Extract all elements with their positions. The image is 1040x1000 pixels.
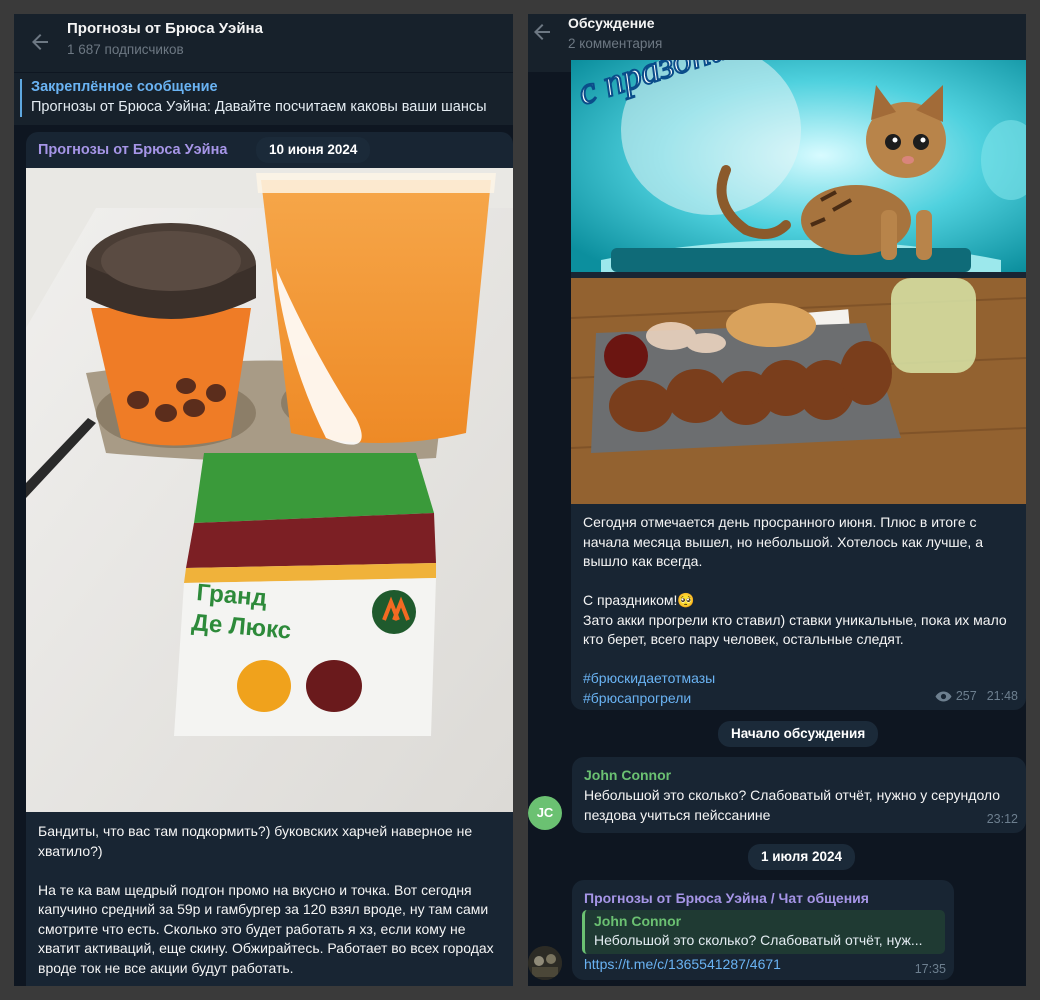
hashtag-link[interactable]: #брюскидаетотмазы xyxy=(583,669,1018,689)
discussion-start-pill: Начало обсуждения xyxy=(718,721,879,747)
comment-count: 2 комментария xyxy=(568,36,663,51)
post-text: Бандиты, что вас там подкормить?) буковс… xyxy=(38,822,503,978)
reply-author: John Connor xyxy=(594,913,682,929)
post-paragraph-1: Сегодня отмечается день просранного июня… xyxy=(583,514,983,569)
comment-bubble: John Connor Небольшой это сколько? Слабо… xyxy=(572,757,1026,833)
post-photo[interactable]: Гранд Де Люкс xyxy=(26,168,513,812)
forwarded-post: с праздником xyxy=(571,60,1026,710)
date-pill: 10 июня 2024 xyxy=(256,137,371,163)
discussion-title: Обсуждение xyxy=(568,15,655,31)
comment-author[interactable]: Прогнозы от Брюса Уэйна / Чат общения xyxy=(584,890,869,906)
channel-title[interactable]: Прогнозы от Брюса Уэйна xyxy=(67,20,263,37)
post-meta: 257 21:48 xyxy=(935,689,1018,703)
comment-time: 17:35 xyxy=(914,962,946,976)
reply-text: Небольшой это сколько? Слабоватый отчёт,… xyxy=(594,932,923,948)
post-time: 21:48 xyxy=(986,689,1018,703)
post-paragraph-2a: С праздником!🥺 xyxy=(583,592,695,608)
post-paragraph-2b: Зато акки прогрели кто ставил) ставки ун… xyxy=(583,611,1007,648)
views-eye-icon xyxy=(935,691,952,702)
avatar[interactable]: JC xyxy=(528,796,562,830)
post-paragraph-1: Бандиты, что вас там подкормить?) буковс… xyxy=(38,823,473,859)
channel-post: Прогнозы от Брюса Уэйна Гранд Де Люкс 10… xyxy=(26,132,513,986)
kitten-image[interactable]: с праздником xyxy=(571,60,1026,272)
post-channel-name[interactable]: Прогнозы от Брюса Уэйна xyxy=(38,142,227,158)
discussion-panel: Обсуждение 2 комментария с праздником xyxy=(528,14,1026,986)
view-count: 257 xyxy=(955,689,977,703)
pinned-indicator xyxy=(20,79,22,117)
post-paragraph-2: На те ка вам щедрый подгон промо на вкус… xyxy=(38,881,494,976)
back-arrow-icon[interactable] xyxy=(28,30,52,54)
reply-quote[interactable]: John Connor Небольшой это сколько? Слабо… xyxy=(582,910,945,954)
back-arrow-icon[interactable] xyxy=(530,20,554,44)
date-pill: 1 июля 2024 xyxy=(748,844,855,870)
pinned-text: Прогнозы от Брюса Уэйна: Давайте посчита… xyxy=(31,99,487,115)
comment-text: Небольшой это сколько? Слабоватый отчёт,… xyxy=(584,787,1001,823)
channel-panel: Прогнозы от Брюса Уэйна 1 687 подписчико… xyxy=(14,14,513,986)
comment-author[interactable]: John Connor xyxy=(584,767,671,783)
pinned-message-bar[interactable]: Закреплённое сообщение Прогнозы от Брюса… xyxy=(14,72,513,125)
grill-image[interactable] xyxy=(571,278,1026,504)
avatar[interactable] xyxy=(528,946,562,980)
channel-header: Прогнозы от Брюса Уэйна 1 687 подписчико… xyxy=(14,14,513,72)
post-text: Сегодня отмечается день просранного июня… xyxy=(583,513,1018,708)
pinned-title: Закреплённое сообщение xyxy=(31,79,218,95)
comment-time: 23:12 xyxy=(986,812,1018,826)
subscriber-count: 1 687 подписчиков xyxy=(67,42,184,57)
message-link[interactable]: https://t.me/c/1365541287/4671 xyxy=(584,956,781,972)
comment-bubble: Прогнозы от Брюса Уэйна / Чат общения Jo… xyxy=(572,880,954,980)
